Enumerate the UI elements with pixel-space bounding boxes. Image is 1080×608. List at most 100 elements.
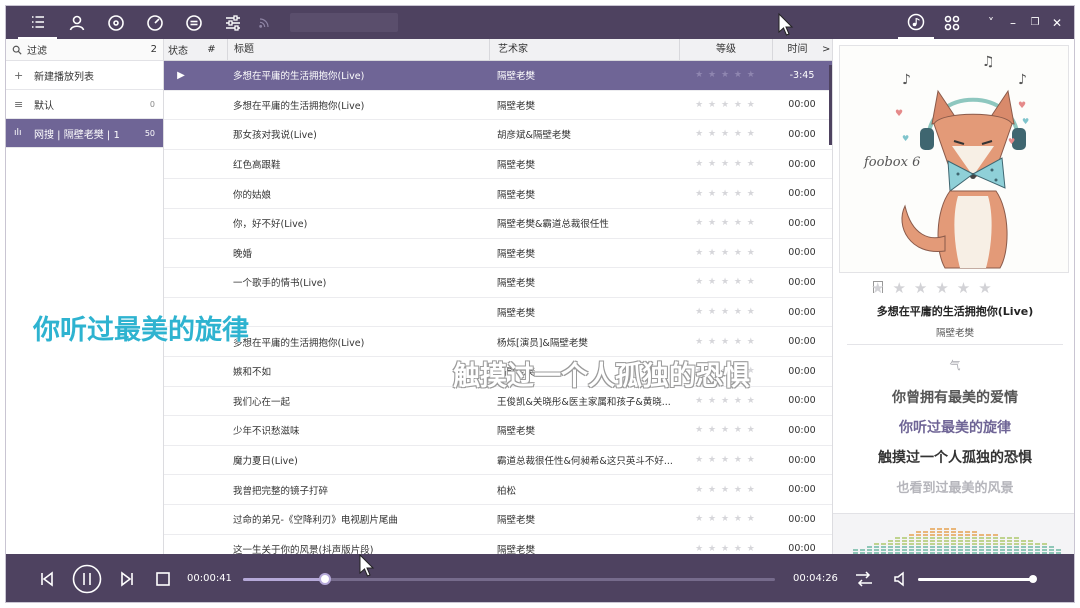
rating-stars[interactable]: ★ ★ ★ ★ ★ — [679, 544, 772, 554]
rating-stars[interactable]: ★ ★ ★ ★ ★ — [679, 307, 772, 317]
spectrum-bar — [895, 537, 900, 539]
spectrum-bar — [881, 543, 886, 545]
table-row[interactable]: 红色高跟鞋 隔壁老樊 ★ ★ ★ ★ ★ 00:00 — [164, 150, 832, 180]
restore-button[interactable]: ❐ — [1024, 6, 1046, 39]
table-row[interactable]: 魔力夏日(Live) 霸道总裁很任性&何昶希&这只英斗不好... ★ ★ ★ ★ ★… — [164, 446, 832, 476]
spectrum-bar — [916, 549, 921, 551]
table-row[interactable]: ▶ 多想在平庸的生活拥抱你(Live) 隔壁老樊 ★ ★ ★ ★ ★ -3:45 — [164, 61, 832, 91]
next-icon[interactable] — [119, 571, 135, 587]
rating-stars[interactable]: ★ ★ ★ ★ ★ — [679, 70, 772, 80]
table-row[interactable]: 你，好不好(Live) 隔壁老樊&霸道总裁很任性 ★ ★ ★ ★ ★ 00:00 — [164, 209, 832, 239]
seek-bar[interactable] — [243, 573, 775, 585]
dashboard-icon[interactable] — [135, 6, 174, 39]
spectrum-bar — [1014, 549, 1019, 551]
spectrum-bar — [909, 537, 914, 539]
artist-cell: 隔壁老樊 — [497, 515, 536, 527]
artist-cell: 隔壁老樊 — [497, 100, 536, 112]
table-row[interactable]: 那女孩对我说(Live) 胡彦斌&隔壁老樊 ★ ★ ★ ★ ★ 00:00 — [164, 120, 832, 150]
spectrum-bar — [958, 537, 963, 539]
rating-stars[interactable]: ★ ★ ★ ★ ★ — [679, 337, 772, 347]
rating-stars[interactable]: ★ ★ ★ ★ ★ — [679, 277, 772, 287]
header-status[interactable]: 状态 — [164, 42, 196, 57]
rating-stars[interactable]: ★ ★ ★ ★ ★ — [679, 396, 772, 406]
album-icon[interactable] — [96, 6, 135, 39]
header-more[interactable]: > — [822, 44, 832, 55]
pause-button[interactable] — [72, 564, 102, 594]
spectrum-bar — [923, 546, 928, 548]
rating-stars[interactable]: ★ ★ ★ ★ ★ — [679, 218, 772, 228]
table-row[interactable]: 隔壁老樊 ★ ★ ★ ★ ★ 00:00 — [164, 298, 832, 328]
sidebar-filter[interactable]: 过滤 2 — [6, 39, 163, 61]
header-title[interactable]: 标题 — [227, 39, 489, 61]
rating-stars[interactable]: ★ ★ ★ ★ ★ — [679, 455, 772, 465]
spectrum-bar — [902, 549, 907, 551]
spectrum-bar — [979, 537, 984, 539]
search-input[interactable] — [290, 13, 398, 32]
spectrum-bar — [916, 534, 921, 536]
table-row[interactable]: 多想在平庸的生活拥抱你(Live) 隔壁老樊 ★ ★ ★ ★ ★ 00:00 — [164, 91, 832, 121]
sidebar-item-web-search[interactable]: ılı 网搜 | 隔壁老樊 | 1 50 — [6, 119, 163, 148]
minimize-button[interactable]: – — [1002, 6, 1024, 39]
volume-handle[interactable] — [1028, 575, 1037, 583]
header-artist[interactable]: 艺术家 — [489, 39, 679, 61]
time-cell: 00:00 — [788, 306, 816, 318]
rating-stars[interactable]: ★ ★ ★ ★ ★ — [679, 129, 772, 139]
grid-icon[interactable] — [934, 6, 970, 39]
rss-icon[interactable] — [252, 6, 276, 39]
table-row[interactable]: 过命的弟兄-《空降利刃》电视剧片尾曲 隔壁老樊 ★ ★ ★ ★ ★ 00:00 — [164, 505, 832, 535]
spectrum-bar — [916, 546, 921, 548]
table-row[interactable]: 你的姑娘 隔壁老樊 ★ ★ ★ ★ ★ 00:00 — [164, 179, 832, 209]
status-cell — [164, 159, 196, 170]
rating-stars[interactable]: ★ ★ ★ ★ ★ — [679, 248, 772, 258]
artist-cell: 隔壁老樊&霸道总裁很任性 — [497, 219, 609, 231]
equalizer-icon[interactable] — [174, 6, 213, 39]
table-row[interactable]: 少年不识愁滋味 隔壁老樊 ★ ★ ★ ★ ★ 00:00 — [164, 416, 832, 446]
artist-icon[interactable] — [57, 6, 96, 39]
spectrum-bar — [916, 540, 921, 542]
settings-sliders-icon[interactable] — [213, 6, 252, 39]
table-row[interactable]: 一个歌手的情书(Live) 隔壁老樊 ★ ★ ★ ★ ★ 00:00 — [164, 268, 832, 298]
previous-icon[interactable] — [39, 571, 55, 587]
spectrum-bar — [923, 540, 928, 542]
volume-icon[interactable] — [893, 571, 909, 587]
table-row[interactable]: 多想在平庸的生活拥抱你(Live) 杨烁[演员]&隔壁老樊 ★ ★ ★ ★ ★ 00:… — [164, 327, 832, 357]
rating-stars[interactable]: ★ ★ ★ ★ ★ — [679, 189, 772, 199]
table-row[interactable]: 这一生关于你的风景(抖声版片段) 隔壁老樊 ★ ★ ★ ★ ★ 00:00 — [164, 535, 832, 554]
mouse-cursor-icon — [778, 13, 794, 36]
dropdown-icon[interactable]: ˅ — [980, 6, 1002, 39]
rating-stars[interactable]: ★ ★ ★ ★ ★ — [679, 159, 772, 169]
title-cell: 我曾把完整的镜子打碎 — [233, 485, 329, 497]
header-time[interactable]: 时间 — [772, 39, 822, 61]
sidebar-item-new-playlist[interactable]: + 新建播放列表 — [6, 61, 163, 90]
rating-stars[interactable]: ★ ★ ★ ★ ★ — [679, 514, 772, 524]
playlist-icon[interactable] — [18, 6, 57, 39]
rating-stars[interactable]: ★ ★ ★ ★ ★ — [679, 425, 772, 435]
spectrum-bar — [993, 546, 998, 548]
album-cover[interactable]: ♪ ♫ ♪ ♥ ♥ ♥ ♥ ♥ foobox 6 — [839, 45, 1069, 273]
spectrum-bar — [937, 546, 942, 548]
header-rating[interactable]: 等级 — [679, 39, 772, 61]
volume-slider[interactable] — [918, 575, 1037, 583]
rating-stars[interactable]: ★ ★ ★ ★ ★ — [679, 100, 772, 110]
rating-stars[interactable]: ★ ★ ★ ★ ★ — [679, 485, 772, 495]
rating-stars[interactable]: ★★★★★★ — [871, 279, 1071, 297]
header-number[interactable]: # — [196, 44, 227, 55]
spectrum-bar — [923, 537, 928, 539]
player-controls: 00:00:41 00:04:26 — [6, 554, 1074, 602]
artist-cell: 隔壁老樊 — [497, 248, 536, 260]
spectrum-bar — [958, 549, 963, 551]
spectrum-bar — [944, 534, 949, 536]
table-row[interactable]: 我曾把完整的镜子打碎 柏松 ★ ★ ★ ★ ★ 00:00 — [164, 475, 832, 505]
time-cell: 00:00 — [788, 454, 816, 466]
stop-icon[interactable] — [156, 572, 170, 586]
seek-handle[interactable] — [318, 573, 331, 585]
table-row[interactable]: 晚婚 隔壁老樊 ★ ★ ★ ★ ★ 00:00 — [164, 239, 832, 269]
status-cell — [164, 484, 196, 495]
shuffle-icon[interactable] — [855, 571, 873, 587]
music-note-icon[interactable] — [898, 6, 934, 39]
sidebar-item-default[interactable]: ≡ 默认 0 — [6, 90, 163, 119]
artist-cell: 霸道总裁很任性&何昶希&这只英斗不好... — [497, 456, 673, 468]
close-button[interactable]: ✕ — [1046, 6, 1068, 39]
time-cell: 00:00 — [788, 217, 816, 229]
filter-label: 过滤 — [27, 46, 47, 57]
